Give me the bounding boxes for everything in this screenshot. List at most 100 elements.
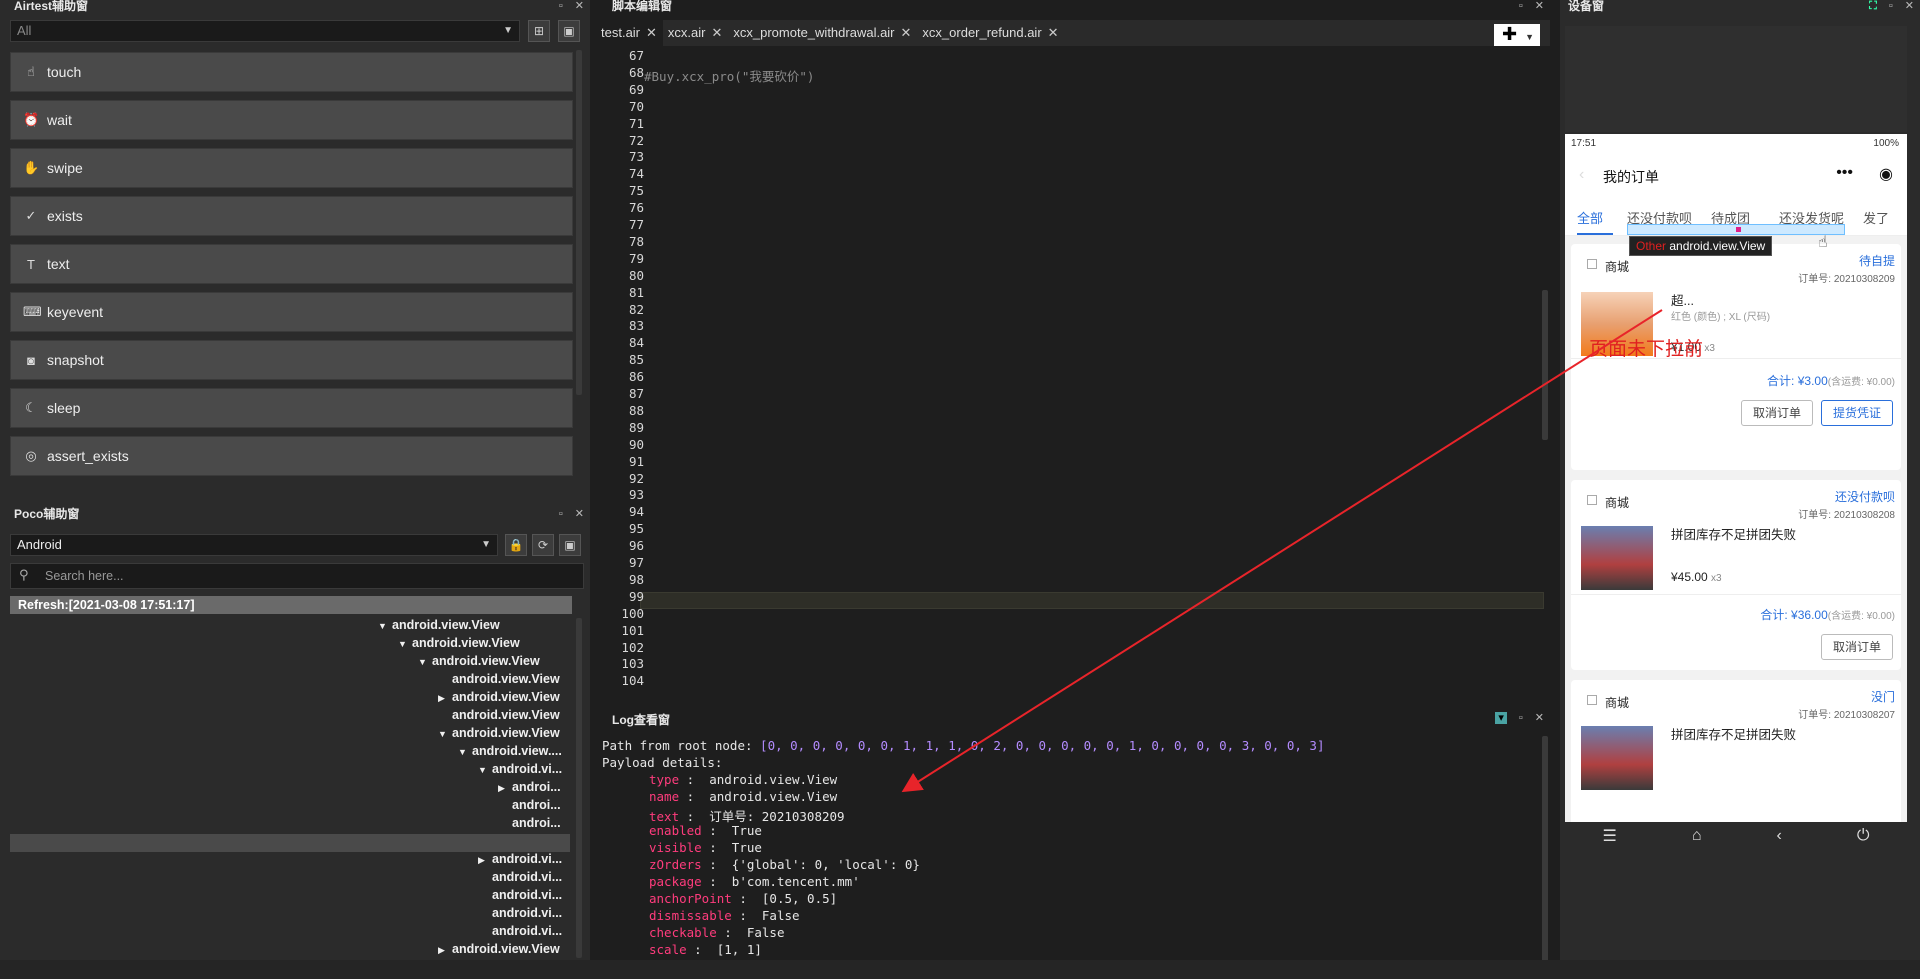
tree-search-input[interactable]: ⚲ Search here... (10, 563, 584, 589)
caret-right-icon[interactable]: ▶ (438, 689, 452, 707)
close-icon[interactable]: ✕ (1905, 0, 1914, 12)
status-time: 17:51 (1571, 138, 1597, 149)
log-value: b'com.tencent.mm' (731, 874, 860, 889)
editor-tab[interactable]: test.air ✕ (596, 20, 663, 46)
line-number: 83 (628, 318, 644, 334)
tree-node-label: android.view.... (472, 744, 562, 758)
back-icon[interactable]: ‹ (1579, 166, 1584, 184)
tree-node[interactable]: ▼ android.view.View (398, 634, 520, 652)
code-line-68[interactable]: #Buy.xcx_pro("我要砍价") (644, 66, 814, 85)
close-icon[interactable]: ✕ (1535, 712, 1544, 724)
tree-node-label: android.view.View (452, 942, 560, 956)
api-exists-button[interactable]: ✓ exists (10, 196, 573, 236)
log-key: zOrders (649, 857, 702, 872)
caret-right-icon[interactable]: ▶ (498, 779, 512, 797)
power-icon[interactable]: ⏻ (1857, 827, 1870, 845)
current-line-highlight (640, 592, 1544, 609)
close-icon[interactable]: ✕ (575, 508, 584, 520)
line-number: 104 (621, 673, 644, 689)
close-icon[interactable]: ✕ (1535, 0, 1544, 12)
tree-scrollbar[interactable] (576, 618, 582, 958)
shipping-fee: (含运费: ¥0.00) (1827, 611, 1895, 622)
order-card[interactable]: 商城 还没付款呗 订单号: 20210308208 拼团库存不足拼团失败 ¥45… (1571, 480, 1901, 670)
home-icon[interactable]: ⌂ (1692, 827, 1702, 845)
platform-select[interactable]: Android ▼ (10, 534, 498, 556)
api-keyevent-button[interactable]: ⌨ keyevent (10, 292, 573, 332)
back-icon[interactable]: ‹ (1777, 827, 1782, 845)
more-icon[interactable]: ••• (1836, 164, 1853, 182)
caret-down-icon[interactable]: ▼ (438, 725, 452, 743)
api-wait-button[interactable]: ⏰ wait (10, 100, 573, 140)
close-tab-icon[interactable]: ✕ (901, 25, 912, 40)
api-filter-select[interactable]: All ▼ (10, 20, 520, 42)
api-sleep-button[interactable]: ☾ sleep (10, 388, 573, 428)
close-tab-icon[interactable]: ✕ (646, 25, 657, 40)
product-price: ¥45.00 (1671, 570, 1708, 584)
tree-node[interactable]: android.vi... (478, 868, 562, 886)
api-assert-exists-button[interactable]: ◎ assert_exists (10, 436, 573, 476)
float-icon[interactable]: ▫ (1519, 712, 1523, 724)
close-tab-icon[interactable]: ✕ (1048, 25, 1059, 40)
line-number: 97 (628, 555, 644, 570)
editor-tab[interactable]: xcx_order_refund.air ✕ (917, 20, 1064, 46)
caret-down-icon[interactable]: ▼ (418, 653, 432, 671)
cancel-order-button[interactable]: 取消订单 (1741, 400, 1813, 426)
tree-node[interactable]: android.vi... (478, 904, 562, 922)
tree-node[interactable]: ▶ android.view.View (438, 688, 560, 706)
caret-down-icon[interactable]: ▼ (398, 635, 412, 653)
record-icon[interactable]: ▣ (559, 534, 581, 556)
api-swipe-button[interactable]: ✋ swipe (10, 148, 573, 188)
float-icon[interactable]: ▫ (1519, 0, 1523, 12)
caret-down-icon[interactable]: ▼ (378, 617, 392, 635)
caret-down-icon[interactable]: ▼ (478, 761, 492, 779)
tree-node[interactable]: ▶ androi... (498, 778, 561, 796)
float-icon[interactable]: ▫ (559, 508, 563, 520)
tree-node[interactable]: android.view.View (438, 706, 560, 724)
refresh-timestamp[interactable]: Refresh:[2021-03-08 17:51:17] (10, 596, 572, 614)
tree-node[interactable]: android.vi... (478, 886, 562, 904)
editor-tab[interactable]: xcx_promote_withdrawal.air ✕ (728, 20, 917, 46)
tree-node[interactable]: ▼ android.view.View (438, 724, 560, 742)
api-snapshot-button[interactable]: ◙ snapshot (10, 340, 573, 380)
menu-icon[interactable]: ☰ (1603, 826, 1617, 846)
log-scrollbar[interactable] (1542, 736, 1548, 974)
close-icon[interactable]: ✕ (575, 0, 584, 12)
tree-node[interactable]: ▼ android.view.... (458, 742, 562, 760)
order-category-tab[interactable]: 全部 (1577, 208, 1603, 227)
tree-node[interactable]: ▶ android.view.View (438, 940, 560, 958)
tree-node[interactable]: android.view.View (438, 670, 560, 688)
editor-scrollbar[interactable] (1542, 290, 1548, 440)
line-number: 79 (628, 250, 644, 266)
editor-tab[interactable]: xcx.air ✕ (663, 20, 728, 46)
filter-icon[interactable]: ▾ (1495, 712, 1507, 724)
line-number: 80 (628, 267, 644, 283)
float-icon[interactable]: ▫ (1889, 0, 1893, 12)
tree-node[interactable]: ▼ android.view.View (418, 652, 540, 670)
lock-icon[interactable]: 🔒 (505, 534, 527, 556)
pickup-voucher-button[interactable]: 提货凭证 (1821, 400, 1893, 426)
tree-node[interactable]: ▼ android.view.View (378, 616, 500, 634)
caret-right-icon[interactable]: ▶ (478, 851, 492, 869)
fullscreen-icon[interactable]: ⛶ (1869, 0, 1877, 12)
tree-node[interactable]: ▼ android.vi... (478, 760, 562, 778)
api-touch-button[interactable]: ☝ touch (10, 52, 573, 92)
tree-node[interactable]: ▶ android.vi... (478, 850, 562, 868)
order-card[interactable]: 商城 没门 订单号: 20210308207 拼团库存不足拼团失败 (1571, 680, 1901, 824)
caret-down-icon[interactable]: ▼ (458, 743, 472, 761)
new-tab-button[interactable]: ✚ ▼ (1494, 24, 1540, 46)
order-category-tab[interactable]: 发了 (1863, 208, 1889, 227)
tree-node[interactable]: androi... (498, 814, 561, 832)
api-text-button[interactable]: Ttext (10, 244, 573, 284)
cancel-order-button[interactable]: 取消订单 (1821, 634, 1893, 660)
tree-node[interactable]: androi... (498, 796, 561, 814)
tree-node[interactable]: android.vi... (478, 922, 562, 940)
record-icon[interactable]: ▣ (558, 20, 580, 42)
add-api-icon[interactable]: ⊞ (528, 20, 550, 42)
phone-screen[interactable]: 17:51 100% ‹ 我的订单 ••• ◉ 全部 还没付款呗 待成团 还没发货呢发… (1565, 134, 1907, 824)
refresh-icon[interactable]: ⟳ (532, 534, 554, 556)
caret-right-icon[interactable]: ▶ (438, 941, 452, 959)
close-tab-icon[interactable]: ✕ (711, 25, 722, 40)
target-icon[interactable]: ◉ (1879, 164, 1893, 184)
float-icon[interactable]: ▫ (559, 0, 563, 12)
api-scrollbar[interactable] (576, 50, 582, 395)
